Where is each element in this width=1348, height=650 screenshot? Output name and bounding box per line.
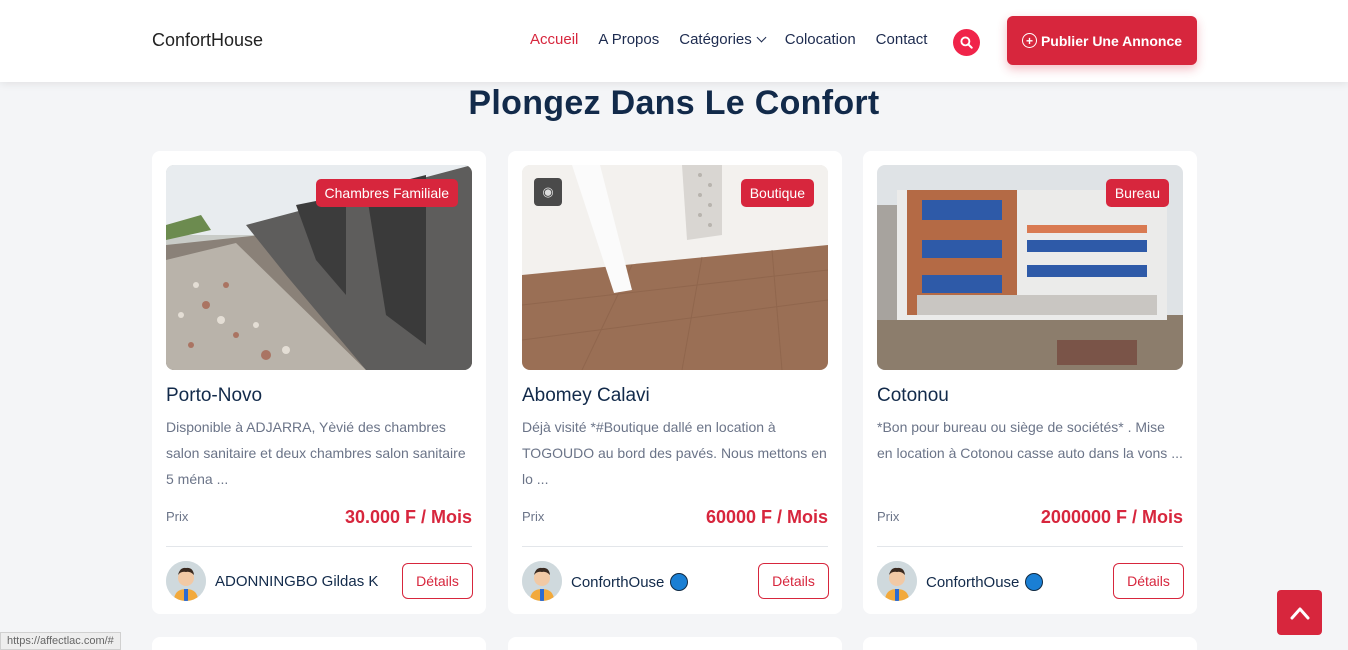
listing-card-next bbox=[863, 637, 1197, 650]
listing-price: 30.000 F / Mois bbox=[344, 507, 472, 527]
nav-categories[interactable]: Catégories bbox=[679, 31, 767, 48]
price-label: Prix bbox=[877, 509, 900, 524]
publish-label: Publier Une Annonce bbox=[1040, 32, 1183, 49]
listing-city[interactable]: Abomey Calavi bbox=[522, 385, 650, 407]
price-label: Prix bbox=[522, 509, 545, 524]
page-title: Plongez Dans Le Confort bbox=[468, 84, 880, 122]
owner-name: ConforthOuse bbox=[926, 573, 1020, 591]
listing-description: Déjà visité *#Boutique dallé en location… bbox=[522, 419, 827, 487]
listing-city[interactable]: Cotonou bbox=[877, 385, 949, 407]
details-button[interactable]: Détails bbox=[758, 563, 829, 599]
owner-avatar bbox=[166, 561, 206, 601]
owner-name: ADONNINGBO Gildas K bbox=[215, 573, 379, 590]
listing-card: ◉ Boutique Abomey Calavi Déjà visité *#B… bbox=[508, 151, 842, 614]
listing-card-next bbox=[152, 637, 486, 650]
verified-badge-icon bbox=[1025, 573, 1044, 591]
plus-circle-icon: + bbox=[1021, 33, 1037, 48]
listing-description: Disponible à ADJARRA, Yèvié des chambres… bbox=[166, 419, 466, 487]
owner-name-row: ConforthOuse bbox=[926, 573, 1044, 591]
listing-price: 60000 F / Mois bbox=[705, 507, 828, 527]
owner-avatar bbox=[877, 561, 917, 601]
listing-price: 2000000 F / Mois bbox=[1040, 507, 1183, 527]
listing-photo[interactable]: Bureau bbox=[877, 165, 1183, 370]
category-badge: Chambres Familiale bbox=[315, 179, 458, 207]
nav-contact[interactable]: Contact bbox=[876, 31, 928, 48]
top-navbar: ConfortHouse Accueil A Propos Catégories… bbox=[0, 0, 1348, 82]
card-divider bbox=[522, 546, 828, 547]
chevron-down-icon bbox=[756, 32, 767, 43]
listing-city[interactable]: Porto-Novo bbox=[166, 385, 262, 407]
listing-description: *Bon pour bureau ou siège de sociétés* .… bbox=[877, 419, 1183, 461]
search-icon bbox=[960, 36, 973, 49]
category-badge: Bureau bbox=[1105, 179, 1169, 207]
details-button[interactable]: Détails bbox=[1113, 563, 1184, 599]
listing-photo[interactable]: ◉ Boutique bbox=[522, 165, 828, 370]
details-button[interactable]: Détails bbox=[402, 563, 473, 599]
category-badge: Boutique bbox=[740, 179, 814, 207]
search-button[interactable] bbox=[953, 29, 980, 56]
listing-card: Bureau Cotonou *Bon pour bureau ou siège… bbox=[863, 151, 1197, 614]
listing-photo[interactable]: Chambres Familiale bbox=[166, 165, 472, 370]
brand-logo[interactable]: ConfortHouse bbox=[152, 30, 263, 51]
card-divider bbox=[166, 546, 472, 547]
publish-listing-button[interactable]: + Publier Une Annonce bbox=[1007, 16, 1197, 65]
scroll-to-top-button[interactable] bbox=[1277, 590, 1322, 635]
nav-a-propos[interactable]: A Propos bbox=[598, 31, 659, 48]
listing-card-next bbox=[508, 637, 842, 650]
owner-name-row: ConforthOuse bbox=[571, 573, 689, 591]
verified-badge-icon bbox=[670, 573, 689, 591]
360-view-icon[interactable]: ◉ bbox=[534, 178, 562, 206]
owner-avatar bbox=[522, 561, 562, 601]
price-label: Prix bbox=[166, 509, 189, 524]
owner-name-row: ADONNINGBO Gildas K bbox=[215, 573, 378, 590]
status-bar-url: https://affectlac.com/# bbox=[0, 632, 121, 650]
nav-categories-label: Catégories bbox=[679, 31, 752, 48]
chevron-up-icon bbox=[1290, 607, 1309, 619]
nav-accueil[interactable]: Accueil bbox=[530, 31, 578, 48]
card-divider bbox=[877, 546, 1183, 547]
nav-colocation[interactable]: Colocation bbox=[785, 31, 856, 48]
main-nav: Accueil A Propos Catégories Colocation C… bbox=[530, 31, 947, 48]
listing-card: Chambres Familiale Porto-Novo Disponible… bbox=[152, 151, 486, 614]
owner-name: ConforthOuse bbox=[571, 573, 665, 591]
